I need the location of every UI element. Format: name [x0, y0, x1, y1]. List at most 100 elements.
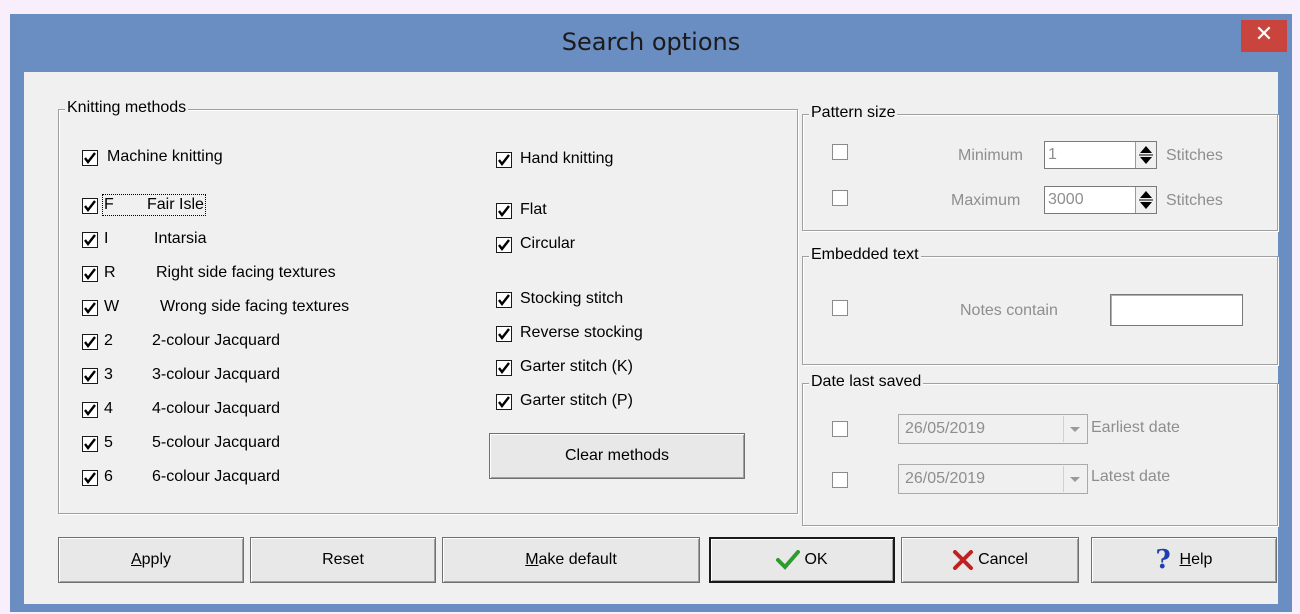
title-bar[interactable]: Search options ✕ — [10, 14, 1292, 72]
method-2-name: 2-colour Jacquard — [152, 332, 281, 349]
method-i-code: I — [104, 230, 109, 247]
method-6-name: 6-colour Jacquard — [152, 468, 281, 485]
method-w-checkbox[interactable] — [82, 300, 98, 316]
ok-label: OK — [804, 551, 828, 568]
method-w-name: Wrong side facing textures — [160, 298, 350, 315]
apply-button[interactable]: Apply — [58, 537, 244, 583]
ok-button[interactable]: OK — [709, 537, 895, 583]
method-3-code: 3 — [104, 366, 113, 383]
chevron-down-icon[interactable] — [1063, 416, 1086, 442]
garter-p-checkbox[interactable] — [496, 394, 512, 410]
date-last-saved-group: Date last saved 26/05/2019 Earliest date… — [802, 373, 1278, 526]
method-5-code: 5 — [104, 434, 113, 451]
maximum-checkbox[interactable] — [832, 190, 848, 206]
reset-label: Reset — [322, 551, 364, 568]
clear-methods-label: Clear methods — [564, 447, 670, 464]
maximum-value: 3000 — [1048, 191, 1084, 208]
method-6-checkbox[interactable] — [82, 470, 98, 486]
method-4-code: 4 — [104, 400, 113, 417]
hand-knitting-checkbox[interactable] — [496, 152, 512, 168]
embedded-text-legend: Embedded text — [809, 246, 921, 264]
method-w-code: W — [104, 298, 120, 315]
method-f-name: Fair Isle — [147, 196, 204, 213]
latest-date-label: Latest date — [1091, 468, 1171, 485]
minimum-value: 1 — [1048, 146, 1057, 163]
method-f-label: F Fair Isle — [102, 194, 206, 216]
minimum-checkbox[interactable] — [832, 144, 848, 160]
maximum-label: Maximum — [951, 192, 1021, 209]
minimum-label: Minimum — [958, 147, 1023, 164]
window-title: Search options — [561, 28, 741, 56]
earliest-date-select[interactable]: 26/05/2019 — [898, 414, 1088, 444]
date-last-saved-legend: Date last saved — [809, 373, 924, 391]
method-i-checkbox[interactable] — [82, 232, 98, 248]
method-5-checkbox[interactable] — [82, 436, 98, 452]
method-3-name: 3-colour Jacquard — [152, 366, 281, 383]
method-3-checkbox[interactable] — [82, 368, 98, 384]
garter-k-checkbox[interactable] — [496, 360, 512, 376]
make-default-button[interactable]: Make default — [442, 537, 700, 583]
apply-label: pply — [141, 551, 172, 568]
latest-date-checkbox[interactable] — [832, 472, 848, 488]
help-button[interactable]: ? Help — [1091, 537, 1277, 583]
method-r-code: R — [104, 264, 116, 281]
minimum-unit: Stitches — [1166, 147, 1223, 164]
close-button[interactable]: ✕ — [1241, 20, 1287, 52]
method-2-code: 2 — [104, 332, 113, 349]
stocking-stitch-checkbox[interactable] — [496, 292, 512, 308]
method-4-checkbox[interactable] — [82, 402, 98, 418]
knitting-methods-group: Knitting methods Machine knitting F Fair … — [58, 99, 798, 514]
method-r-checkbox[interactable] — [82, 266, 98, 282]
cancel-button[interactable]: Cancel — [901, 537, 1079, 583]
maximum-unit: Stitches — [1166, 192, 1223, 209]
x-icon — [952, 550, 974, 570]
embedded-text-group: Embedded text Notes contain — [802, 246, 1278, 365]
reset-button[interactable]: Reset — [250, 537, 436, 583]
reverse-stocking-checkbox[interactable] — [496, 326, 512, 342]
machine-knitting-checkbox[interactable] — [82, 150, 98, 166]
pattern-size-group: Pattern size Minimum 1 Stitches Maximum … — [802, 104, 1278, 231]
method-r-name: Right side facing textures — [156, 264, 336, 281]
hand-knitting-label: Hand knitting — [520, 150, 614, 167]
method-f-code: F — [104, 196, 114, 213]
notes-contain-label: Notes contain — [960, 302, 1058, 319]
help-label: elp — [1191, 551, 1213, 568]
cancel-label: Cancel — [978, 551, 1028, 568]
method-5-name: 5-colour Jacquard — [152, 434, 281, 451]
notes-contain-input[interactable] — [1110, 294, 1243, 326]
flat-label: Flat — [520, 201, 547, 218]
method-4-name: 4-colour Jacquard — [152, 400, 281, 417]
pattern-size-legend: Pattern size — [809, 104, 898, 122]
notes-contain-checkbox[interactable] — [832, 300, 848, 316]
maximum-spinner[interactable]: 3000 — [1044, 186, 1157, 214]
circular-label: Circular — [520, 235, 576, 252]
earliest-date-value: 26/05/2019 — [905, 420, 986, 437]
method-f-checkbox[interactable] — [82, 198, 98, 214]
garter-k-label: Garter stitch (K) — [520, 358, 633, 375]
garter-p-label: Garter stitch (P) — [520, 392, 633, 409]
flat-checkbox[interactable] — [496, 203, 512, 219]
dialog-client: Knitting methods Machine knitting F Fair … — [24, 72, 1278, 604]
question-icon: ? — [1155, 545, 1171, 575]
spin-arrows-icon[interactable] — [1135, 142, 1156, 168]
reverse-stocking-label: Reverse stocking — [520, 324, 643, 341]
make-default-label: ake default — [538, 551, 617, 568]
spin-arrows-icon[interactable] — [1135, 187, 1156, 213]
latest-date-select[interactable]: 26/05/2019 — [898, 464, 1088, 494]
check-icon — [776, 550, 801, 570]
clear-methods-button[interactable]: Clear methods — [489, 433, 745, 479]
machine-knitting-label: Machine knitting — [107, 148, 223, 165]
method-i-name: Intarsia — [154, 230, 207, 247]
stocking-stitch-label: Stocking stitch — [520, 290, 624, 307]
apply-accel: A — [130, 551, 142, 568]
knitting-methods-legend: Knitting methods — [65, 99, 189, 117]
latest-date-value: 26/05/2019 — [905, 470, 986, 487]
dialog-window: Search options ✕ Knitting methods Machin… — [10, 14, 1292, 612]
minimum-spinner[interactable]: 1 — [1044, 141, 1157, 169]
help-accel: H — [1179, 551, 1192, 568]
chevron-down-icon[interactable] — [1063, 466, 1086, 492]
earliest-date-checkbox[interactable] — [832, 421, 848, 437]
circular-checkbox[interactable] — [496, 237, 512, 253]
method-6-code: 6 — [104, 468, 113, 485]
method-2-checkbox[interactable] — [82, 334, 98, 350]
